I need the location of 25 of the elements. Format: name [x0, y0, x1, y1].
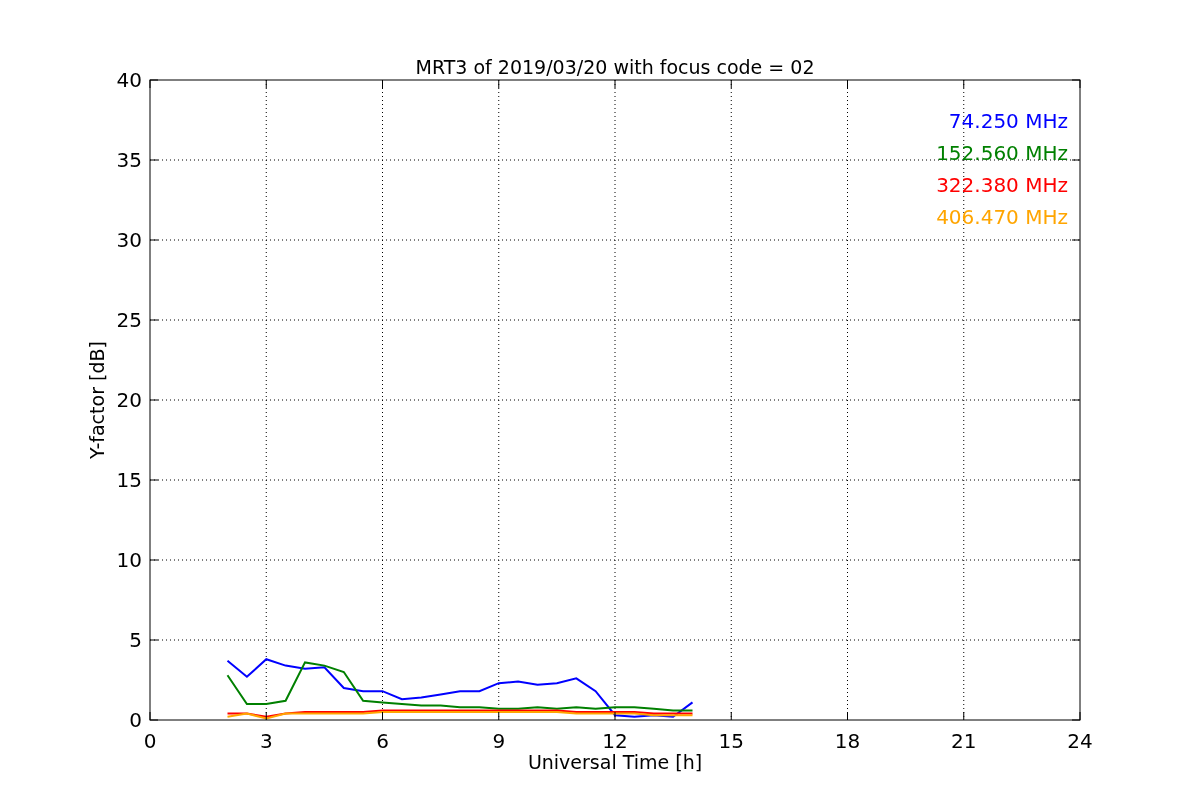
tick-label: 0 — [143, 729, 157, 753]
tick-label: 30 — [116, 228, 142, 252]
tick-label: 5 — [129, 628, 142, 652]
tick-label: 12 — [602, 729, 628, 753]
tick-label: 25 — [116, 308, 142, 332]
y-axis-label: Y-factor [dB] — [86, 341, 108, 459]
legend-label: 74.250 MHz — [948, 109, 1068, 133]
tick-label: 20 — [116, 388, 142, 412]
x-axis-label: Universal Time [h] — [527, 751, 703, 773]
tick-label: 15 — [718, 729, 744, 753]
tick-label: 3 — [259, 729, 273, 753]
tick-label: 18 — [834, 729, 861, 753]
legend-label: 406.470 MHz — [936, 205, 1068, 229]
tick-label: 6 — [376, 729, 389, 753]
legend-label: 322.380 MHz — [936, 173, 1068, 197]
tick-label: 0 — [129, 708, 142, 732]
tick-label: 35 — [116, 148, 142, 172]
tick-label: 10 — [116, 548, 142, 572]
tick-label: 40 — [116, 68, 142, 92]
tick-label: 21 — [951, 729, 977, 753]
legend-label: 152.560 MHz — [936, 141, 1068, 165]
tick-label: 9 — [492, 729, 506, 753]
tick-label: 24 — [1067, 729, 1093, 753]
tick-label: 15 — [116, 468, 142, 492]
chart-title: MRT3 of 2019/03/20 with focus code = 02 — [415, 56, 815, 78]
